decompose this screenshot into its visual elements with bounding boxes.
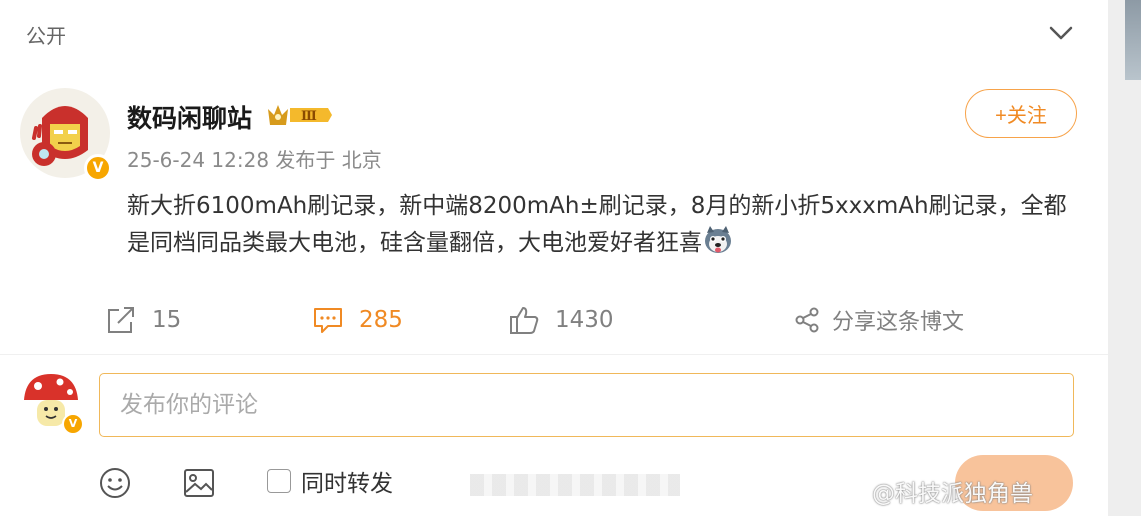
share-label: 分享这条博文 (832, 310, 965, 335)
watermark: @科技派独角兽 (872, 481, 1033, 507)
commenter-verified-icon: V (62, 413, 84, 435)
post-action-bar: 15 285 1430 分享这条博文 (0, 296, 1108, 344)
repost-count: 15 (152, 307, 182, 333)
post-header: 公开 (0, 0, 1108, 66)
share-action[interactable]: 分享这条博文 (794, 296, 964, 344)
chevron-down-icon[interactable] (1046, 18, 1076, 48)
emoji-icon[interactable] (98, 466, 132, 500)
repost-action[interactable]: 15 (106, 296, 181, 344)
rank-level-text: Ⅲ (301, 109, 317, 124)
thumbs-up-icon (510, 307, 539, 334)
share-icon (795, 307, 819, 333)
comment-icon (314, 308, 342, 333)
post-meta: 25-6-24 12:28 发布于 北京 (127, 144, 382, 173)
crown-rank-icon: Ⅲ (268, 105, 332, 125)
side-panel-edge (1108, 0, 1141, 516)
image-icon[interactable] (182, 466, 216, 500)
husky-face-emoji-icon (705, 226, 731, 253)
repost-checkbox[interactable] (267, 469, 291, 493)
post-location: 发布于 北京 (275, 148, 382, 172)
repost-checkbox-label[interactable]: 同时转发 (301, 464, 393, 498)
follow-label: +关注 (995, 105, 1047, 127)
follow-button[interactable]: +关注 (965, 89, 1077, 138)
side-thumbnail (1125, 0, 1141, 80)
section-divider (0, 354, 1108, 355)
like-count: 1430 (555, 307, 614, 333)
post-text: 新大折6100mAh刷记录，新中端8200mAh±刷记录，8月的新小折5xxxm… (127, 193, 1067, 256)
author-name[interactable]: 数码闲聊站 (127, 99, 252, 135)
comment-input[interactable] (99, 373, 1074, 437)
like-action[interactable]: 1430 (509, 296, 614, 344)
verified-badge-icon: V (84, 154, 112, 182)
visibility-label: 公开 (26, 24, 66, 48)
faded-overlay (470, 474, 680, 496)
post-content: 新大折6100mAh刷记录，新中端8200mAh±刷记录，8月的新小折5xxxm… (127, 188, 1087, 262)
comment-count: 285 (359, 307, 403, 333)
repost-icon (108, 307, 134, 333)
comment-action[interactable]: 285 (313, 296, 403, 344)
post-date[interactable]: 25-6-24 12:28 (127, 148, 269, 172)
